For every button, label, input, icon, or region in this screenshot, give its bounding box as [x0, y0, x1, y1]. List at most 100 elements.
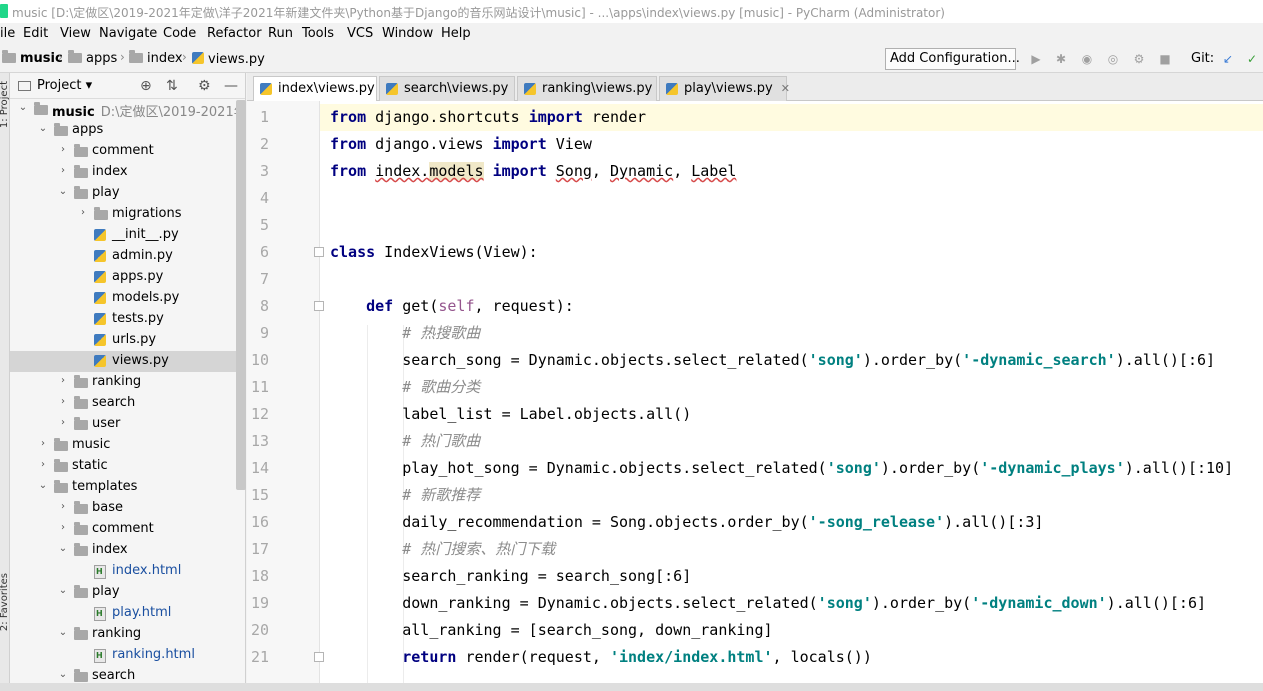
code-line[interactable]: search_ranking = search_song[:6]	[330, 563, 691, 590]
chevron-right-icon[interactable]: ›	[58, 501, 68, 512]
menu-view[interactable]: View	[60, 26, 91, 41]
code-line[interactable]: def get(self, request):	[330, 293, 574, 320]
code-line[interactable]: from index.models import Song, Dynamic, …	[330, 158, 736, 185]
breadcrumb-apps[interactable]: apps	[68, 50, 117, 66]
favorites-tool-tab[interactable]: 2: Favorites	[0, 573, 10, 631]
profile-icon[interactable]: ◎	[1106, 52, 1120, 66]
chevron-right-icon[interactable]: ›	[58, 396, 68, 407]
tree-item[interactable]: index.html	[10, 561, 245, 582]
chevron-right-icon[interactable]: ›	[38, 438, 48, 449]
hide-panel-icon[interactable]: —	[224, 78, 238, 94]
breadcrumb-index[interactable]: index	[129, 50, 183, 66]
chevron-down-icon[interactable]: ⌄	[58, 669, 68, 680]
chevron-right-icon[interactable]: ›	[78, 207, 88, 218]
code-line[interactable]: return render(request, 'index/index.html…	[330, 644, 872, 671]
git-update-icon[interactable]: ↙	[1221, 52, 1235, 66]
code-line[interactable]: # 新歌推荐	[330, 482, 480, 509]
build-icon[interactable]: ⚙	[1132, 52, 1146, 66]
fold-marker-icon[interactable]	[314, 301, 324, 311]
chevron-down-icon[interactable]: ⌄	[38, 123, 48, 134]
chevron-right-icon[interactable]: ›	[58, 144, 68, 155]
tree-item[interactable]: __init__.py	[10, 225, 245, 246]
code-line[interactable]: search_song = Dynamic.objects.select_rel…	[330, 347, 1215, 374]
menu-navigate[interactable]: Navigate	[99, 26, 157, 41]
tab-index-views[interactable]: index\views.py✕	[253, 76, 392, 101]
add-configuration-button[interactable]: Add Configuration...	[885, 48, 1020, 70]
coverage-icon[interactable]: ◉	[1080, 52, 1094, 66]
settings-gear-icon[interactable]: ⚙	[198, 78, 211, 94]
tree-item[interactable]: › base	[10, 498, 245, 519]
chevron-right-icon[interactable]: ›	[58, 375, 68, 386]
code-line[interactable]: # 热门搜索、热门下载	[330, 536, 555, 563]
menu-vcs[interactable]: VCS	[347, 26, 373, 41]
tree-item[interactable]: models.py	[10, 288, 245, 309]
menu-edit[interactable]: Edit	[23, 26, 48, 41]
chevron-down-icon[interactable]: ⌄	[38, 480, 48, 491]
tab-search-views[interactable]: search\views.py✕	[379, 76, 526, 101]
menu-window[interactable]: Window	[382, 26, 433, 41]
tree-item[interactable]: › search	[10, 393, 245, 414]
tree-item[interactable]: › comment	[10, 141, 245, 162]
tree-item[interactable]: ⌄ play	[10, 582, 245, 603]
tree-item[interactable]: admin.py	[10, 246, 245, 267]
menu-code[interactable]: Code	[163, 26, 196, 41]
tree-item[interactable]: tests.py	[10, 309, 245, 330]
code-line[interactable]: all_ranking = [search_song, down_ranking…	[330, 617, 772, 644]
tree-item[interactable]: ⌄ index	[10, 540, 245, 561]
chevron-right-icon[interactable]: ›	[58, 165, 68, 176]
project-view-selector[interactable]: Project ▾	[37, 78, 92, 93]
code-line[interactable]: from django.views import View	[330, 131, 592, 158]
code-line[interactable]: class IndexViews(View):	[330, 239, 538, 266]
fold-marker-icon[interactable]	[314, 247, 324, 257]
tree-item[interactable]: ⌄ musicD:\定做区\2019-2021年定做	[10, 99, 245, 120]
git-commit-icon[interactable]: ✓	[1245, 52, 1259, 66]
tree-item[interactable]: › comment	[10, 519, 245, 540]
menu-run[interactable]: Run	[268, 26, 293, 41]
code-line[interactable]: daily_recommendation = Song.objects.orde…	[330, 509, 1043, 536]
chevron-down-icon[interactable]: ⌄	[58, 627, 68, 638]
breadcrumb-views-py[interactable]: views.py	[192, 51, 265, 67]
tree-item[interactable]: views.py	[10, 351, 245, 372]
code-line[interactable]: # 热搜歌曲	[330, 320, 480, 347]
project-tool-tab[interactable]: 1: Project	[0, 81, 10, 128]
tree-item[interactable]: ⌄ templates	[10, 477, 245, 498]
fold-marker-icon[interactable]	[314, 652, 324, 662]
code-line[interactable]: # 歌曲分类	[330, 374, 480, 401]
tab-ranking-views[interactable]: ranking\views.py✕	[517, 76, 670, 101]
menu-help[interactable]: Help	[441, 26, 471, 41]
tree-item[interactable]: ranking.html	[10, 645, 245, 666]
tree-item[interactable]: › user	[10, 414, 245, 435]
chevron-down-icon[interactable]: ⌄	[58, 585, 68, 596]
tree-item[interactable]: apps.py	[10, 267, 245, 288]
collapse-all-icon[interactable]: ⇅	[166, 78, 178, 94]
chevron-right-icon[interactable]: ›	[58, 522, 68, 533]
code-line[interactable]: # 热门歌曲	[330, 428, 480, 455]
menu-refactor[interactable]: Refactor	[207, 26, 262, 41]
stop-icon[interactable]: ■	[1158, 52, 1172, 66]
project-panel-scrollbar[interactable]	[236, 100, 246, 490]
tree-item[interactable]: › index	[10, 162, 245, 183]
tree-item[interactable]: ⌄ play	[10, 183, 245, 204]
tab-play-views[interactable]: play\views.py ✕	[659, 76, 790, 101]
code-line[interactable]: from django.shortcuts import render	[320, 104, 1263, 131]
run-icon[interactable]: ▶	[1029, 52, 1043, 66]
chevron-down-icon[interactable]: ⌄	[18, 102, 28, 113]
tree-item[interactable]: play.html	[10, 603, 245, 624]
locate-file-icon[interactable]: ⊕	[140, 78, 152, 94]
code-editor[interactable]: 1 2 3 4 5 6 7 8 9 10 11 12 13 14 15 16 17 18 19 20 21 from d…	[247, 101, 1263, 691]
tree-item[interactable]: urls.py	[10, 330, 245, 351]
code-line[interactable]: play_hot_song = Dynamic.objects.select_r…	[330, 455, 1233, 482]
tree-item[interactable]: ⌄ ranking	[10, 624, 245, 645]
menu-tools[interactable]: Tools	[302, 26, 334, 41]
chevron-down-icon[interactable]: ⌄	[58, 543, 68, 554]
code-line[interactable]: label_list = Label.objects.all()	[330, 401, 691, 428]
tree-item[interactable]: ⌄ apps	[10, 120, 245, 141]
tree-item[interactable]: › ranking	[10, 372, 245, 393]
menu-file[interactable]: ile	[0, 26, 15, 41]
chevron-right-icon[interactable]: ›	[38, 459, 48, 470]
debug-icon[interactable]: ✱	[1054, 52, 1068, 66]
code-line[interactable]: down_ranking = Dynamic.objects.select_re…	[330, 590, 1206, 617]
chevron-right-icon[interactable]: ›	[58, 417, 68, 428]
tree-item[interactable]: › migrations	[10, 204, 245, 225]
close-tab-icon[interactable]: ✕	[781, 82, 790, 95]
